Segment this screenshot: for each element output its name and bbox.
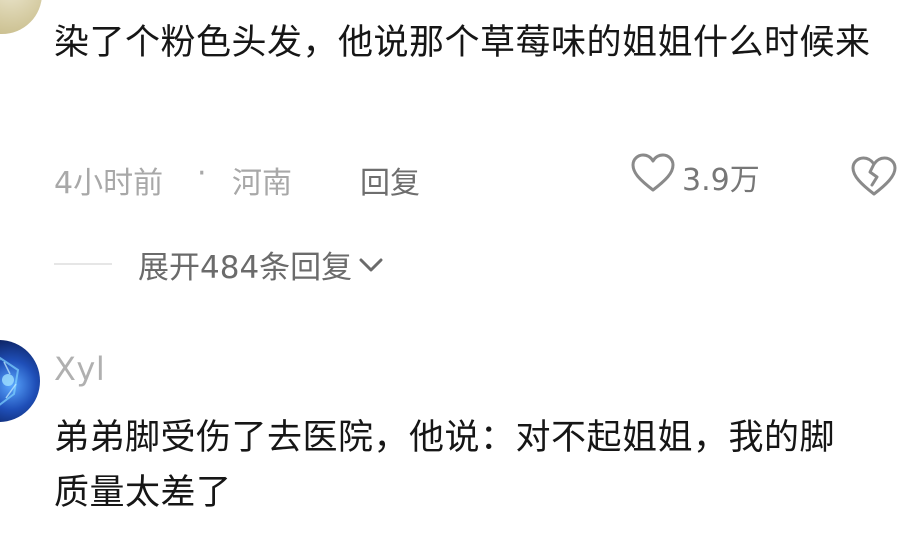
expand-replies-row: 展开484条回复 [54, 240, 554, 288]
expand-replies-label: 展开484条回复 [138, 250, 353, 286]
comment-meta: 4小时前 · 河南 回复 3.9万 [54, 152, 900, 202]
heart-icon [630, 152, 676, 202]
username[interactable]: Xyl [54, 350, 105, 388]
broken-heart-icon [850, 156, 898, 206]
reply-button[interactable]: 回复 [360, 158, 420, 202]
comment-text: 染了个粉色头发，他说那个草莓味的姐姐什么时候来 [54, 23, 871, 63]
comment-location: 河南 [232, 166, 292, 201]
expand-replies-button[interactable]: 展开484条回复 [138, 242, 386, 287]
like-button[interactable]: 3.9万 [630, 152, 760, 202]
meta-separator: · [197, 156, 207, 191]
comment-time: 4小时前 [54, 166, 164, 201]
comment-text: 弟弟脚受伤了去医院，他说：对不起姐姐，我的脚质量太差了 [54, 418, 836, 513]
dislike-button[interactable] [850, 154, 898, 206]
avatar[interactable] [0, 340, 40, 422]
divider-line [54, 263, 112, 265]
like-count: 3.9万 [682, 163, 760, 198]
chevron-down-icon [352, 250, 386, 280]
avatar[interactable] [0, 0, 42, 34]
